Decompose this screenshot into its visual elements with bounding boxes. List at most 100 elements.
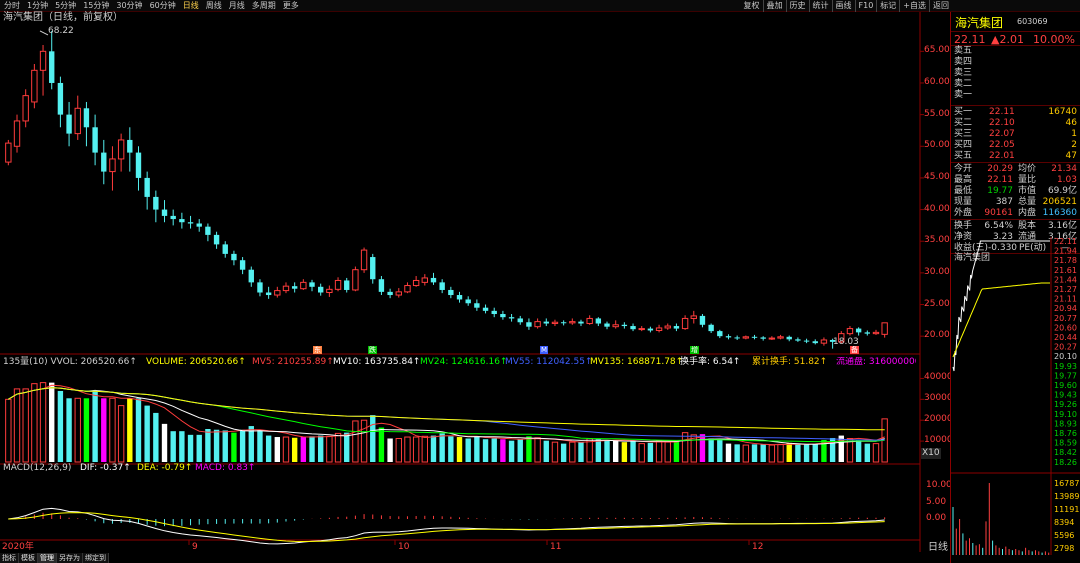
candle-body-48: [421, 277, 428, 283]
price-axis-label-9: 20.00: [924, 330, 950, 341]
candle-body-76: [664, 325, 671, 329]
tool-2[interactable]: 历史: [785, 0, 809, 12]
bottom-tab-1[interactable]: 模板: [19, 553, 38, 563]
period-0[interactable]: 分时: [4, 0, 20, 12]
bottom-tab-0[interactable]: 指标: [0, 553, 19, 563]
volume-bar-17: [153, 412, 159, 462]
tool-6[interactable]: 标记: [876, 0, 899, 12]
volume-bar-88: [768, 444, 776, 463]
event-marker-2[interactable]: M: [540, 346, 549, 354]
macd-axis-label-0: 10.00: [926, 480, 952, 490]
volume-bar-12: [109, 397, 116, 463]
volume-bar-36: [318, 435, 324, 462]
volume-bar-53: [465, 438, 471, 462]
candle-body-33: [291, 286, 298, 289]
stat-val-a-4: 90161: [984, 208, 1013, 218]
volume-bar-44: [387, 438, 393, 462]
bid-price-0: 22.11: [989, 107, 1015, 117]
period-8[interactable]: 月线: [229, 0, 245, 12]
month-label-0: 9: [192, 542, 198, 552]
tool-8[interactable]: 返回: [929, 0, 952, 12]
volume-bar-23: [205, 428, 211, 462]
event-marker-1[interactable]: 跌: [368, 346, 377, 354]
candle-body-80: [699, 315, 706, 325]
volume-bar-4: [39, 382, 47, 463]
candle-body-55: [482, 307, 489, 311]
tool-buttons: 复权 叠加 历史 统计 画线 F10 标记 +自选 返回: [741, 0, 952, 12]
period-3[interactable]: 15分钟: [83, 0, 109, 12]
volume-bar-31: [274, 437, 280, 462]
candle-body-84: [734, 337, 740, 339]
bottom-tab-4[interactable]: 绑定到: [83, 553, 109, 563]
mini-axis-label-12: 20.10: [1054, 352, 1077, 361]
stat2-key-b-0: 股本: [1018, 221, 1037, 231]
volume-bar-27: [239, 429, 246, 462]
volume-bar-93: [812, 443, 818, 462]
period-6[interactable]: 日线: [183, 0, 199, 12]
event-marker-3[interactable]: 增: [690, 346, 699, 354]
volume-bar-54: [474, 436, 480, 462]
bid-row-4: 买五 22.01 47: [951, 151, 1080, 162]
event-marker-0[interactable]: 东: [313, 346, 322, 354]
month-label-2: 11: [550, 542, 562, 552]
volume-bar-59: [517, 439, 523, 462]
period-9[interactable]: 多周期: [252, 0, 276, 12]
month-label-3: 12: [752, 542, 764, 552]
stat-row-0: 今开 20.29 均价 21.34: [951, 164, 1080, 175]
tool-0[interactable]: 复权: [741, 0, 763, 12]
stat-val-a-1: 22.11: [987, 175, 1013, 185]
candle-body-93: [812, 341, 818, 344]
volume-bar-75: [655, 440, 663, 463]
candle-body-58: [508, 317, 515, 319]
tool-3[interactable]: 统计: [808, 0, 832, 12]
period-7[interactable]: 周线: [206, 0, 222, 12]
mini-vol-label-2: 11191: [1054, 505, 1079, 514]
tool-5[interactable]: F10: [854, 0, 877, 12]
price-axis-label-7: 30.00: [924, 266, 950, 277]
candle-body-53: [465, 299, 471, 304]
tool-1[interactable]: 叠加: [762, 0, 786, 12]
period-selector: 分时 1分钟 5分钟 15分钟 30分钟 60分钟 日线 周线 月线 多周期 更多: [4, 0, 299, 12]
mini-axis-label-11: 20.27: [1054, 343, 1077, 352]
tool-7[interactable]: +自选: [899, 0, 929, 12]
volume-bar-22: [196, 434, 202, 462]
price-axis-label-6: 35.00: [924, 235, 950, 246]
stat-val-b-0: 21.34: [1051, 164, 1077, 174]
volume-bar-57: [500, 439, 506, 462]
bid-label-4: 买五: [954, 151, 973, 161]
candle-body-7: [66, 114, 72, 134]
macd-axis-label-1: 5.00: [926, 497, 947, 507]
bid-label-3: 买四: [954, 140, 973, 150]
event-marker-4[interactable]: 备: [850, 346, 859, 354]
period-10[interactable]: 更多: [283, 0, 299, 12]
mini-axis-label-17: 19.26: [1054, 400, 1077, 409]
candle-body-12: [109, 158, 116, 173]
candle-body-9: [83, 108, 90, 128]
candle-body-34: [300, 281, 307, 290]
intraday-mini-chart[interactable]: 22.1121.9421.7821.6121.4421.2721.1120.94…: [951, 237, 1080, 555]
period-label[interactable]: 日线: [928, 542, 948, 553]
ask-row-3: 卖二: [951, 79, 1080, 90]
mini-axis-label-19: 18.93: [1054, 419, 1077, 428]
candle-body-98: [855, 328, 862, 333]
mini-axis-label-7: 20.94: [1054, 304, 1077, 313]
price-axis-label-0: 65.00: [924, 45, 950, 56]
period-1[interactable]: 1分钟: [27, 0, 48, 12]
bottom-tab-3[interactable]: 另存为: [57, 553, 83, 563]
candle-body-64: [560, 322, 567, 324]
ask-label-2: 卖三: [954, 68, 973, 78]
bid-vol-3: 2: [1071, 140, 1077, 150]
period-2[interactable]: 5分钟: [55, 0, 76, 12]
candle-body-6: [57, 82, 64, 115]
period-4[interactable]: 30分钟: [116, 0, 142, 12]
candle-body-19: [170, 215, 176, 220]
stat-key-b-3: 总量: [1018, 197, 1037, 207]
tool-4[interactable]: 画线: [831, 0, 855, 12]
volume-bar-1: [13, 388, 21, 463]
bottom-tab-2[interactable]: 管理: [38, 553, 57, 563]
main-chart-area[interactable]: 海汽集团（日线，前复权） 68.22 18.03 135量(10) VVOL: …: [0, 12, 953, 553]
candle-body-81: [708, 324, 714, 332]
period-5[interactable]: 60分钟: [150, 0, 176, 12]
stat-row-2: 最低 19.77 市值 69.9亿: [951, 186, 1080, 197]
candle-body-14: [127, 139, 133, 153]
